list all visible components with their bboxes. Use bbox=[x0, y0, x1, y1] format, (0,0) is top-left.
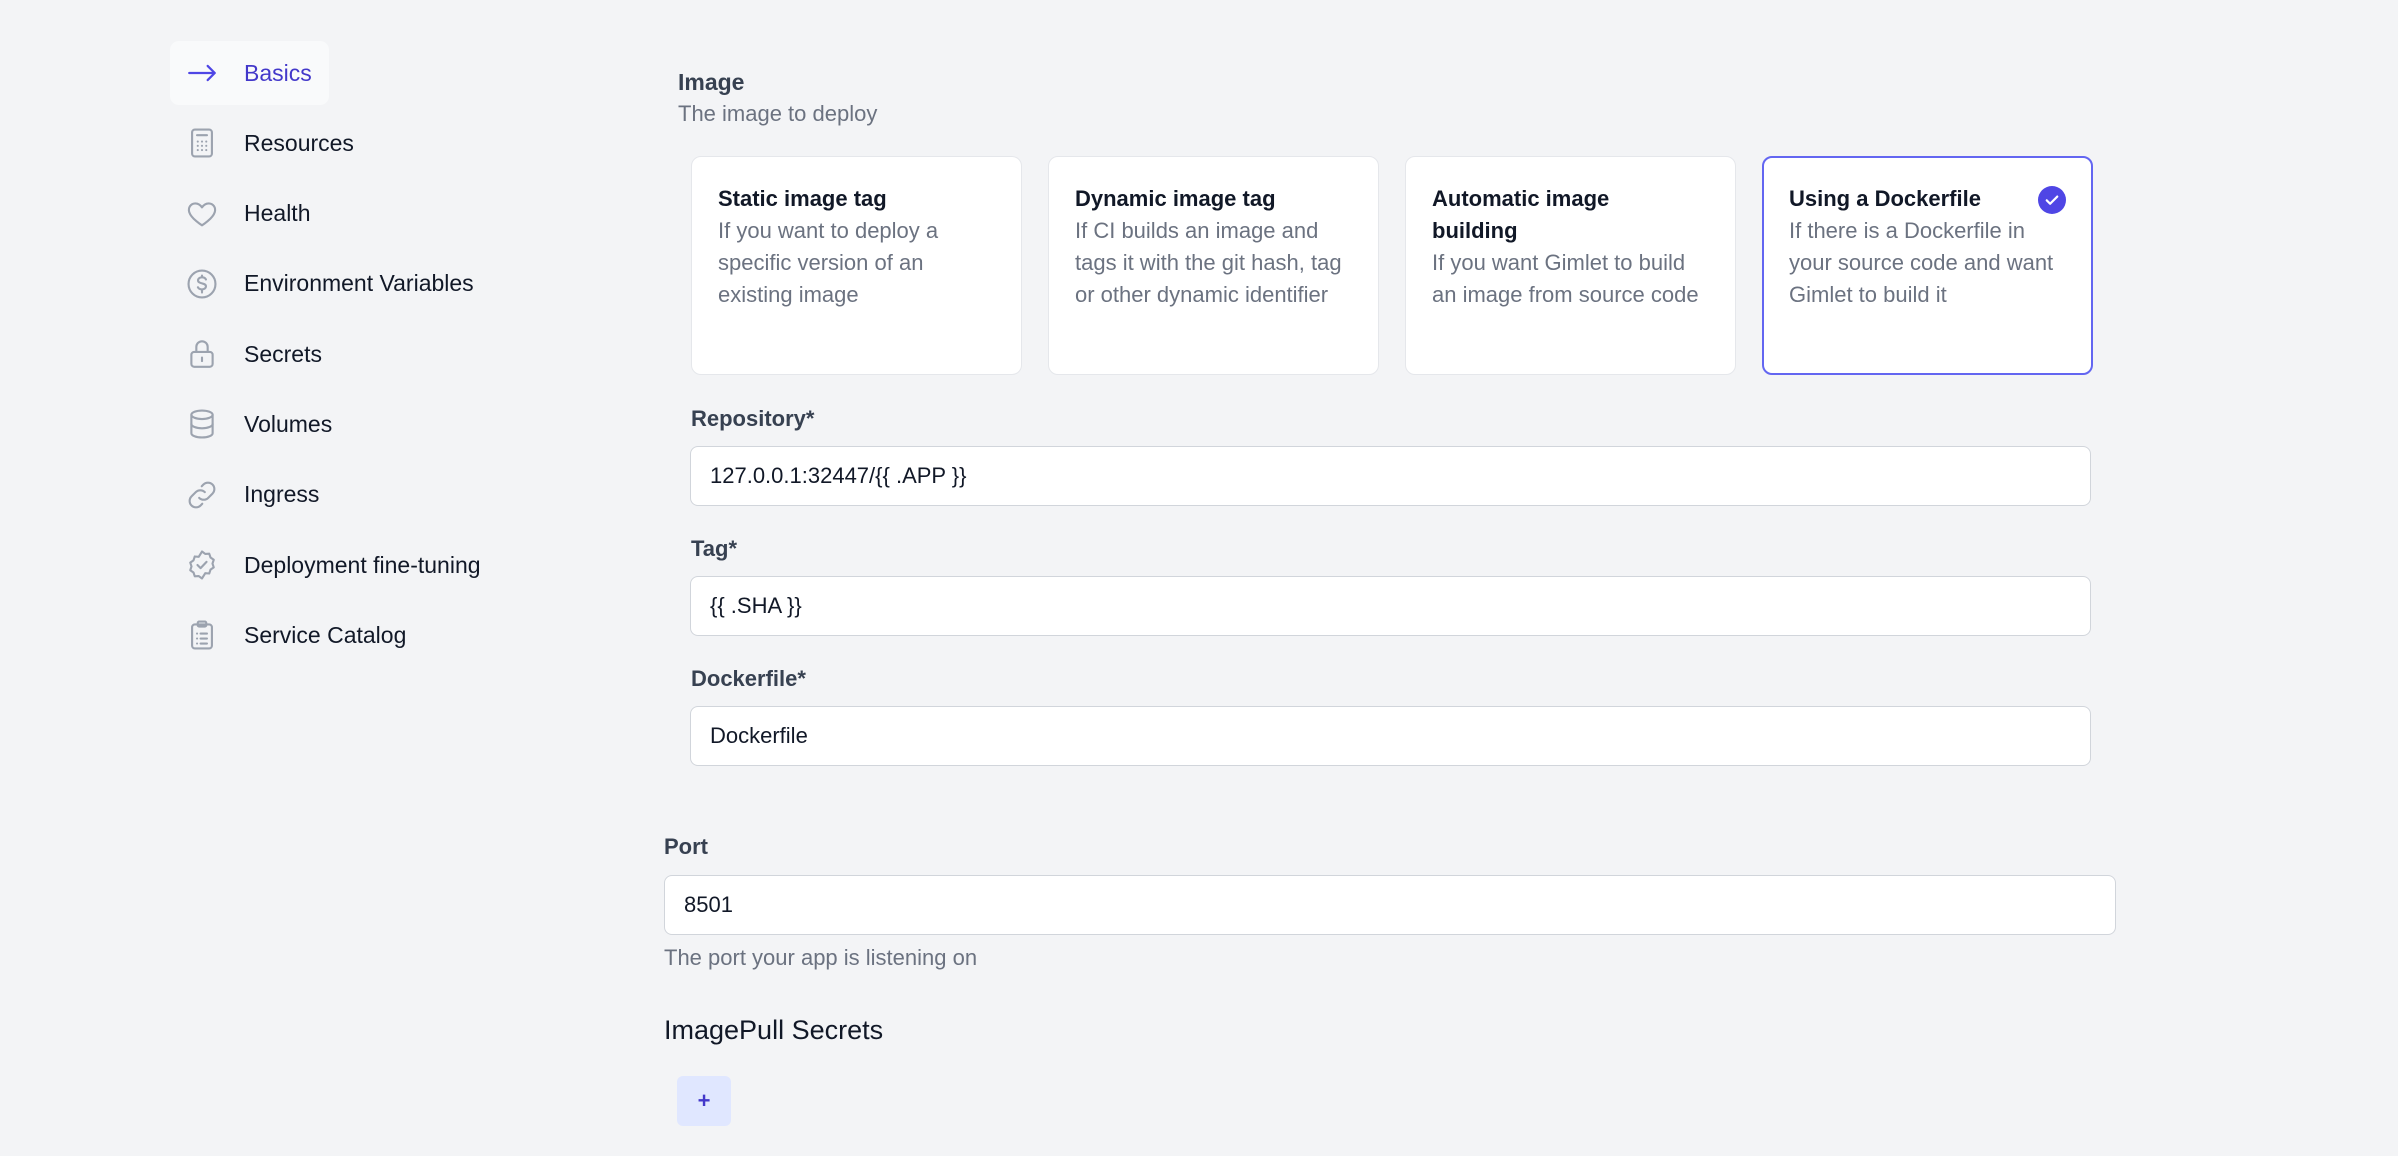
calculator-icon bbox=[184, 125, 220, 161]
sidebar-item-label: Ingress bbox=[244, 481, 320, 508]
sidebar-item-label: Deployment fine-tuning bbox=[244, 551, 481, 578]
lock-icon bbox=[184, 336, 220, 372]
option-description: If there is a Dockerfile in your source … bbox=[1789, 218, 2054, 307]
option-using-a-dockerfile[interactable]: Using a Dockerfile If there is a Dockerf… bbox=[1762, 156, 2093, 375]
option-title: Static image tag bbox=[718, 186, 887, 211]
sidebar-item-label: Volumes bbox=[244, 410, 333, 437]
option-description: If CI builds an image and tags it with t… bbox=[1075, 218, 1342, 307]
sidebar-item-service-catalog[interactable]: Service Catalog bbox=[170, 603, 590, 667]
heart-icon bbox=[184, 196, 220, 232]
sidebar-item-deployment-fine-tuning[interactable]: Deployment fine-tuning bbox=[170, 533, 590, 597]
option-title: Automatic image building bbox=[1432, 186, 1610, 243]
port-label: Port bbox=[664, 834, 708, 859]
image-section-title: Image bbox=[678, 69, 745, 95]
badge-check-icon bbox=[184, 547, 220, 583]
database-icon bbox=[184, 406, 220, 442]
option-title: Using a Dockerfile bbox=[1789, 186, 1981, 211]
link-icon bbox=[184, 477, 220, 513]
dockerfile-label: Dockerfile* bbox=[691, 666, 806, 691]
option-automatic-image-building[interactable]: Automatic image building If you want Gim… bbox=[1405, 156, 1736, 375]
option-title: Dynamic image tag bbox=[1075, 186, 1276, 211]
option-static-image-tag[interactable]: Static image tag If you want to deploy a… bbox=[691, 156, 1022, 375]
option-dynamic-image-tag[interactable]: Dynamic image tag If CI builds an image … bbox=[1048, 156, 1379, 375]
repository-label: Repository* bbox=[691, 406, 815, 431]
option-description: If you want to deploy a specific version… bbox=[718, 218, 939, 307]
dockerfile-input[interactable] bbox=[690, 706, 2091, 766]
option-description: If you want Gimlet to build an image fro… bbox=[1432, 250, 1699, 307]
sidebar-item-label: Health bbox=[244, 200, 311, 227]
sidebar-item-label: Environment Variables bbox=[244, 270, 474, 297]
port-input[interactable] bbox=[664, 875, 2116, 935]
image-section-description: The image to deploy bbox=[678, 101, 878, 126]
clipboard-list-icon bbox=[184, 617, 220, 653]
sidebar-item-environment-variables[interactable]: Environment Variables bbox=[170, 252, 590, 316]
tag-input[interactable] bbox=[690, 576, 2091, 636]
check-circle-icon bbox=[2038, 186, 2066, 214]
sidebar-item-label: Service Catalog bbox=[244, 621, 407, 648]
sidebar-item-volumes[interactable]: Volumes bbox=[170, 392, 590, 456]
sidebar-item-resources[interactable]: Resources bbox=[170, 111, 590, 175]
sidebar-item-secrets[interactable]: Secrets bbox=[170, 322, 590, 386]
sidebar-item-basics[interactable]: Basics bbox=[170, 41, 329, 105]
repository-input[interactable] bbox=[690, 446, 2091, 506]
page: Basics Resources Health Environment Vari… bbox=[0, 0, 2398, 1156]
arrow-right-icon bbox=[184, 55, 220, 91]
currency-dollar-icon bbox=[184, 266, 220, 302]
add-imagepull-secret-button[interactable]: + bbox=[677, 1076, 731, 1126]
sidebar-item-label: Basics bbox=[244, 59, 312, 86]
sidebar-item-ingress[interactable]: Ingress bbox=[170, 463, 590, 527]
sidebar-item-label: Secrets bbox=[244, 340, 322, 367]
port-help-text: The port your app is listening on bbox=[664, 945, 978, 970]
sidebar-item-health[interactable]: Health bbox=[170, 182, 590, 246]
image-type-options: Static image tag If you want to deploy a… bbox=[691, 156, 2093, 375]
sidebar-nav: Basics Resources Health Environment Vari… bbox=[170, 41, 590, 674]
tag-label: Tag* bbox=[691, 536, 738, 561]
imagepull-secrets-title: ImagePull Secrets bbox=[664, 1015, 884, 1045]
sidebar-item-label: Resources bbox=[244, 129, 354, 156]
